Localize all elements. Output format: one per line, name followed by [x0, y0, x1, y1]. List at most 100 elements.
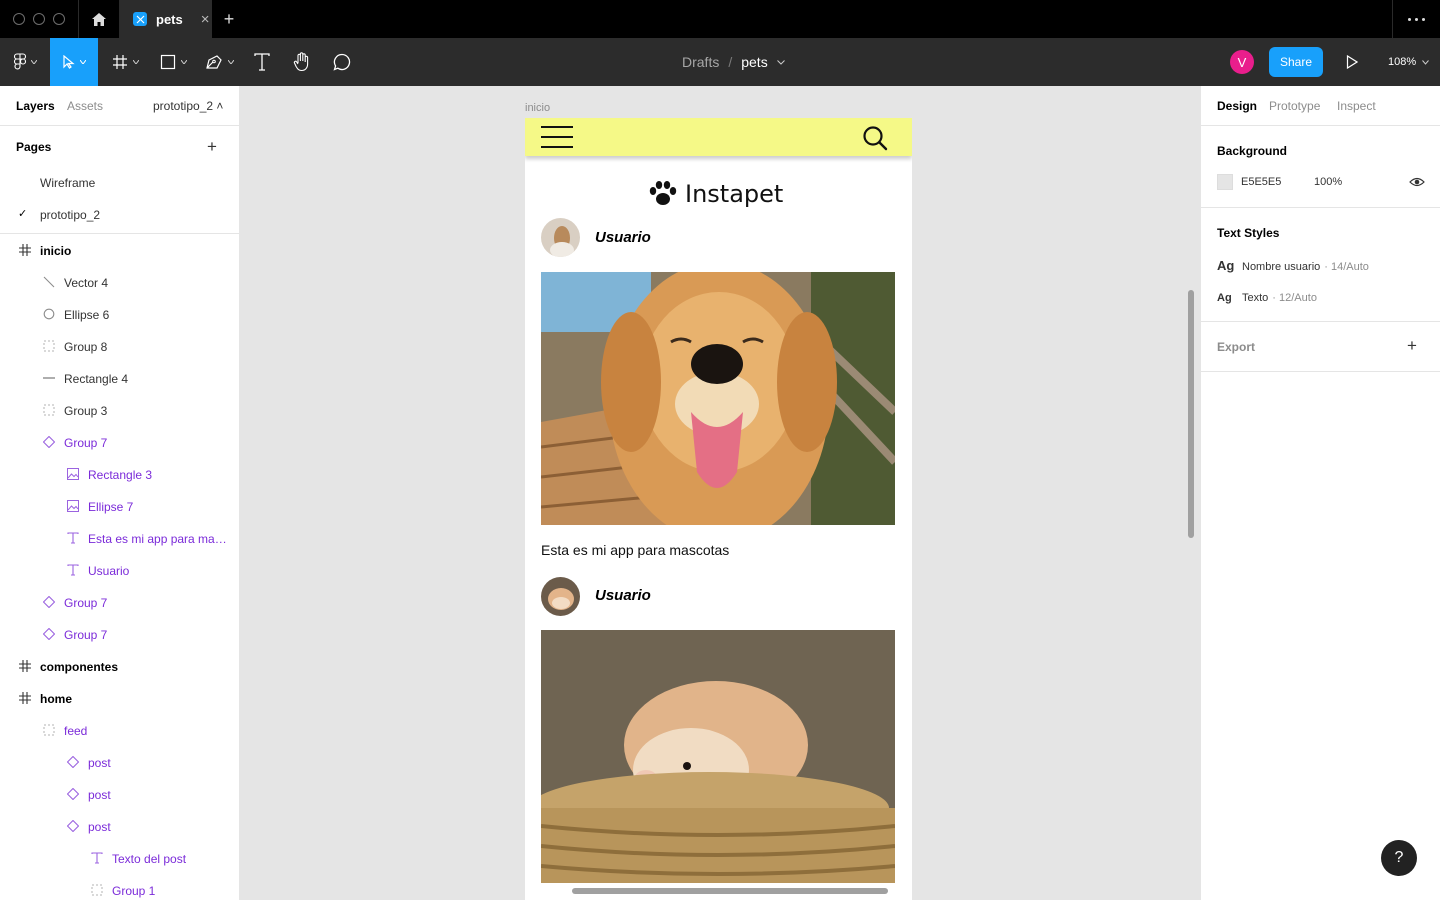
layer-label: post [88, 788, 111, 802]
pen-tool[interactable] [198, 38, 240, 86]
text-style-item[interactable]: Ag Texto · 12/Auto [1217, 292, 1317, 304]
zoom-dropdown[interactable]: 108% [1388, 38, 1430, 86]
layer-label: feed [64, 724, 88, 738]
canvas[interactable]: inicio Instapet Usuario Esta es mi app p… [240, 86, 1200, 900]
layer-label: post [88, 820, 111, 834]
frame-label[interactable]: inicio [525, 102, 550, 114]
layer-item[interactable]: post [0, 746, 239, 778]
frame-tool[interactable] [104, 38, 146, 86]
tab-layers[interactable]: Layers [16, 99, 55, 113]
text-style-item[interactable]: Ag Nombre usuario · 14/Auto [1217, 258, 1369, 273]
chevron-down-icon [180, 60, 187, 64]
more-dots-icon [1408, 17, 1411, 21]
background-title: Background [1217, 144, 1288, 158]
layer-label: Group 7 [64, 436, 108, 450]
user-avatar[interactable]: V [1230, 50, 1254, 74]
help-button[interactable]: ? [1381, 840, 1417, 876]
pointer-icon [62, 55, 75, 69]
layer-item[interactable]: post [0, 810, 239, 842]
text-style-name: Texto [1242, 292, 1269, 304]
close-window-button[interactable] [13, 13, 25, 25]
layer-label: Rectangle 3 [88, 468, 153, 482]
shape-tool[interactable] [152, 38, 194, 86]
instance-icon [42, 627, 56, 641]
group-icon [90, 883, 104, 897]
layer-label: inicio [40, 244, 72, 258]
tab-prototype[interactable]: Prototype [1269, 99, 1320, 113]
background-color-swatch[interactable] [1217, 174, 1233, 190]
figma-file-icon [133, 12, 147, 26]
text-style-icon: Ag [1217, 258, 1235, 273]
drafts-link[interactable]: Drafts [682, 54, 719, 70]
text-icon [90, 851, 104, 865]
maximize-window-button[interactable] [53, 13, 65, 25]
background-hex-input[interactable]: E5E5E5 [1241, 176, 1281, 188]
more-options-button[interactable] [1392, 0, 1440, 38]
layer-label: Vector 4 [64, 276, 109, 290]
search-icon[interactable] [862, 125, 888, 151]
artboard-frame[interactable]: Instapet Usuario Esta es mi app para mas… [525, 118, 912, 900]
page-item-prototipo-2[interactable]: ✓ prototipo_2 [0, 198, 239, 230]
layer-item[interactable]: feed [0, 714, 239, 746]
layer-item[interactable]: Group 7 [0, 586, 239, 618]
frame-icon [18, 691, 32, 705]
file-tab[interactable]: pets × [120, 0, 212, 38]
background-opacity-input[interactable]: 100% [1314, 176, 1342, 188]
horizontal-scrollbar[interactable] [572, 888, 888, 894]
golden-retriever-photo [541, 272, 895, 525]
add-page-icon[interactable]: + [207, 138, 217, 155]
new-tab-button[interactable]: + [218, 9, 240, 29]
layer-item[interactable]: Group 8 [0, 330, 239, 362]
move-tool[interactable] [50, 38, 98, 86]
layer-item[interactable]: Group 7 [0, 426, 239, 458]
frame-icon [18, 659, 32, 673]
close-tab-icon[interactable]: × [201, 12, 210, 27]
eye-icon[interactable] [1409, 175, 1425, 189]
export-section: Export + [1201, 322, 1440, 372]
vertical-scrollbar[interactable] [1188, 290, 1194, 538]
frame-icon [18, 243, 32, 257]
page-item-wireframe[interactable]: Wireframe [0, 166, 239, 198]
add-export-icon[interactable]: + [1407, 337, 1417, 354]
present-button[interactable] [1340, 50, 1364, 74]
chevron-down-icon[interactable] [776, 59, 785, 65]
layer-item[interactable]: Group 3 [0, 394, 239, 426]
play-icon [1346, 55, 1358, 69]
tab-design[interactable]: Design [1217, 99, 1257, 113]
layer-item[interactable]: home [0, 682, 239, 714]
hand-tool[interactable] [286, 38, 318, 86]
text-style-icon: Ag [1217, 292, 1232, 304]
layer-item[interactable]: Rectangle 3 [0, 458, 239, 490]
layer-item[interactable]: componentes [0, 650, 239, 682]
text-style-meta: · 14/Auto [1324, 261, 1369, 273]
layer-item[interactable]: Texto del post [0, 842, 239, 874]
group-icon [42, 723, 56, 737]
layer-item[interactable]: inicio [0, 234, 239, 266]
tab-inspect[interactable]: Inspect [1337, 99, 1376, 113]
layer-item[interactable]: Rectangle 4 [0, 362, 239, 394]
layer-item[interactable]: Ellipse 7 [0, 490, 239, 522]
comment-tool[interactable] [326, 38, 358, 86]
layer-item[interactable]: post [0, 778, 239, 810]
layer-item[interactable]: Group 7 [0, 618, 239, 650]
tab-assets[interactable]: Assets [67, 99, 103, 113]
home-tab[interactable] [78, 0, 120, 38]
text-icon [254, 53, 270, 71]
layer-item[interactable]: Vector 4 [0, 266, 239, 298]
minimize-window-button[interactable] [33, 13, 45, 25]
layer-label: Ellipse 7 [88, 500, 134, 514]
main-menu-button[interactable] [0, 38, 50, 86]
page-label: Wireframe [40, 176, 96, 190]
share-button[interactable]: Share [1269, 47, 1323, 77]
file-name[interactable]: pets [741, 54, 767, 70]
layer-item[interactable]: Group 1 [0, 874, 239, 900]
page-selector[interactable]: prototipo_2 ˄ [153, 99, 223, 113]
layer-label: Group 8 [64, 340, 108, 354]
image-icon [66, 499, 80, 513]
layer-item[interactable]: Ellipse 6 [0, 298, 239, 330]
layer-item[interactable]: Usuario [0, 554, 239, 586]
text-tool[interactable] [246, 38, 278, 86]
hamburger-menu-icon[interactable] [541, 126, 573, 148]
layer-item[interactable]: Esta es mi app para masc... [0, 522, 239, 554]
ellipse-icon [42, 307, 56, 321]
